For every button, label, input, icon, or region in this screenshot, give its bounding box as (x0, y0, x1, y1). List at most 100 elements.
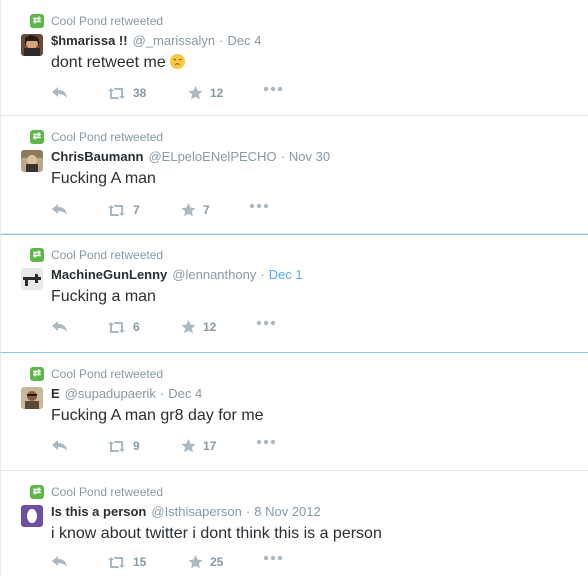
retweet-context: ⇄ Cool Pond retweeted (30, 247, 163, 263)
tweet-timestamp[interactable]: Dec 4 (228, 33, 262, 48)
tweet[interactable]: ⇄ Cool Pond retweeted MachineGunLenny @l… (0, 234, 588, 353)
favorite-count: 7 (203, 203, 210, 217)
retweet-icon (108, 204, 125, 216)
retweet-icon (108, 87, 125, 99)
tweet-text-content: Fucking A man (51, 170, 156, 187)
author-fullname[interactable]: E (51, 386, 60, 401)
tweet-timestamp[interactable]: Nov 30 (289, 149, 330, 164)
retweet-context-icon: ⇄ (30, 14, 44, 28)
retweet-context-icon: ⇄ (30, 367, 44, 381)
tweet[interactable]: ⇄ Cool Pond retweeted ChrisBaumann @ELpe… (0, 116, 588, 234)
tweet-timestamp[interactable]: 8 Nov 2012 (254, 504, 321, 519)
reply-button[interactable] (51, 203, 68, 216)
retweeted-by-label: Cool Pond retweeted (51, 485, 164, 499)
more-dots-icon (263, 86, 283, 92)
avatar[interactable] (21, 268, 43, 290)
separator-dot: · (219, 33, 224, 48)
retweet-context: ⇄ Cool Pond retweeted (30, 366, 163, 382)
tweet-text-content: dont retweet me (51, 54, 166, 71)
favorite-button[interactable]: 12 (188, 86, 223, 100)
star-icon (181, 439, 196, 453)
tweet-timestamp[interactable]: Dec 1 (269, 267, 303, 282)
avatar[interactable] (21, 387, 43, 409)
tweet[interactable]: ⇄ Cool Pond retweeted E @supadupaerik · … (0, 353, 588, 471)
author-fullname[interactable]: Is this a person (51, 504, 146, 519)
tweet-text-content: i know about twitter i dont think this i… (51, 525, 382, 542)
retweet-count: 38 (133, 86, 147, 100)
retweeted-by-label: Cool Pond retweeted (51, 130, 164, 144)
author-username[interactable]: @Isthisaperson (151, 504, 242, 519)
more-options-button[interactable] (263, 86, 283, 92)
avatar[interactable] (21, 34, 43, 56)
author-fullname[interactable]: ChrisBaumann (51, 149, 143, 164)
reply-button[interactable] (51, 439, 68, 452)
author-username[interactable]: @lennanthony (172, 267, 256, 282)
favorite-count: 12 (210, 86, 224, 100)
favorite-count: 17 (203, 439, 217, 453)
tweet-text-content: Fucking a man (51, 288, 156, 305)
retweeted-by-label: Cool Pond retweeted (51, 367, 164, 381)
favorite-button[interactable]: 7 (181, 203, 210, 217)
retweet-button[interactable]: 7 (107, 203, 140, 217)
retweet-icon (108, 556, 125, 568)
timeline: ⇄ Cool Pond retweeted $hmarissa !! @_mar… (0, 0, 588, 576)
reply-icon (52, 321, 67, 332)
favorite-count: 12 (203, 320, 217, 334)
tweet-actions: 7 7 (51, 203, 351, 219)
tweet-actions: 6 12 (51, 320, 351, 336)
avatar[interactable] (21, 150, 43, 172)
retweet-button[interactable]: 6 (107, 320, 140, 334)
reply-button[interactable] (51, 86, 68, 99)
retweet-context: ⇄ Cool Pond retweeted (30, 484, 163, 500)
separator-dot: · (280, 149, 285, 164)
tweet-text: i know about twitter i dont think this i… (51, 525, 382, 543)
retweet-button[interactable]: 38 (107, 86, 146, 100)
retweet-count: 6 (133, 320, 140, 334)
favorite-count: 25 (210, 555, 224, 569)
favorite-button[interactable]: 12 (181, 320, 216, 334)
tweet-actions: 38 12 (51, 86, 351, 102)
retweet-count: 9 (133, 439, 140, 453)
avatar[interactable] (21, 505, 43, 527)
tweet-text: dont retweet me (51, 54, 186, 72)
star-icon (188, 555, 203, 569)
retweeted-by-label: Cool Pond retweeted (51, 14, 164, 28)
retweet-context-icon: ⇄ (30, 485, 44, 499)
relieved-face-emoji-icon (170, 54, 186, 69)
more-dots-icon (256, 439, 276, 445)
separator-dot: · (159, 386, 165, 401)
reply-button[interactable] (51, 320, 68, 333)
more-dots-icon (249, 203, 269, 209)
tweet-actions: 9 17 (51, 439, 351, 455)
more-options-button[interactable] (256, 320, 276, 326)
star-icon (188, 86, 203, 100)
author-username[interactable]: @_marissalyn (133, 33, 216, 48)
tweet-timestamp[interactable]: Dec 4 (168, 386, 202, 401)
reply-icon (52, 204, 67, 215)
more-options-button[interactable] (249, 203, 269, 209)
separator-dot: · (245, 504, 251, 519)
retweet-context: ⇄ Cool Pond retweeted (30, 129, 163, 145)
retweet-context: ⇄ Cool Pond retweeted (30, 13, 163, 29)
favorite-button[interactable]: 17 (181, 439, 216, 453)
tweet-actions: 15 25 (51, 555, 351, 571)
favorite-button[interactable]: 25 (188, 555, 223, 569)
tweet[interactable]: ⇄ Cool Pond retweeted $hmarissa !! @_mar… (0, 0, 588, 116)
reply-icon (52, 440, 67, 451)
retweet-button[interactable]: 15 (107, 555, 146, 569)
more-dots-icon (256, 320, 276, 326)
author-username[interactable]: @ELpeloENelPECHO (148, 149, 276, 164)
retweet-button[interactable]: 9 (107, 439, 140, 453)
more-options-button[interactable] (263, 555, 283, 561)
tweet[interactable]: ⇄ Cool Pond retweeted Is this a person @… (0, 471, 588, 576)
author-fullname[interactable]: MachineGunLenny (51, 267, 167, 282)
reply-button[interactable] (51, 555, 68, 568)
more-options-button[interactable] (256, 439, 276, 445)
reply-icon (52, 87, 67, 98)
tweet-text: Fucking A man (51, 170, 156, 188)
retweet-icon (108, 440, 125, 452)
author-username[interactable]: @supadupaerik (65, 386, 156, 401)
retweet-count: 15 (133, 555, 147, 569)
author-fullname[interactable]: $hmarissa !! (51, 33, 128, 48)
star-icon (181, 203, 196, 217)
